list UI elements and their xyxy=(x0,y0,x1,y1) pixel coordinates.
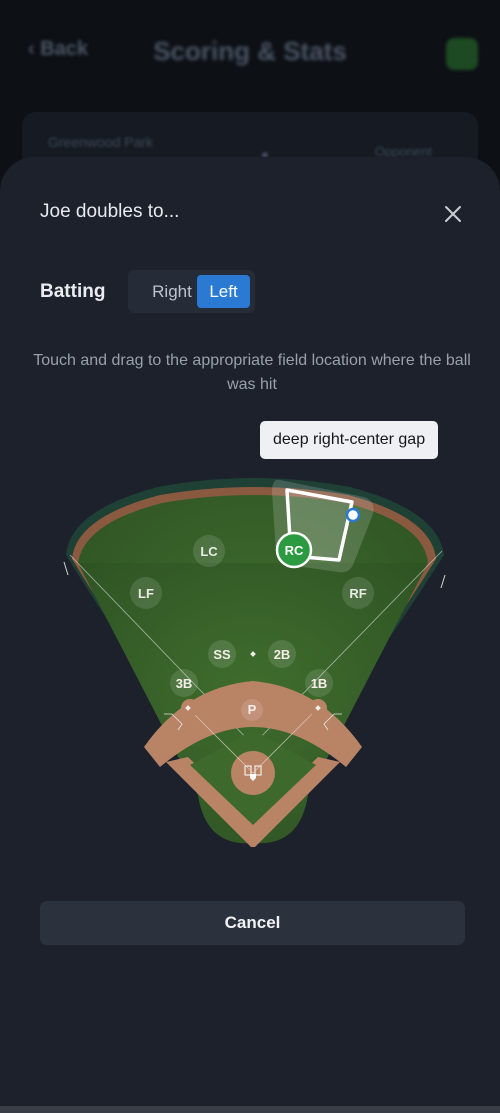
close-button[interactable] xyxy=(440,201,466,227)
cancel-button[interactable]: Cancel xyxy=(40,901,465,945)
background-title: Scoring & Stats xyxy=(153,36,347,66)
batting-right-option[interactable]: Right xyxy=(140,276,204,307)
instruction-text: Touch and drag to the appropriate field … xyxy=(33,352,471,393)
sheet-title: Joe doubles to... xyxy=(40,201,180,222)
home-indicator xyxy=(0,1106,500,1113)
batting-label: Batting xyxy=(40,281,106,302)
close-icon xyxy=(445,206,461,222)
batting-side-toggle: Right Left xyxy=(128,270,255,313)
hit-location-sheet: Joe doubles to... Batting Right Left Tou… xyxy=(0,157,500,1113)
batting-left-option[interactable]: Left xyxy=(197,275,250,308)
background-card-left-label: Greenwood Park xyxy=(48,134,154,150)
background-action-button xyxy=(446,38,478,70)
background-header: ‹ Back Scoring & Stats xyxy=(0,0,500,110)
baseball-field[interactable] xyxy=(58,475,450,847)
hit-location-tooltip: deep right-center gap xyxy=(260,421,439,459)
